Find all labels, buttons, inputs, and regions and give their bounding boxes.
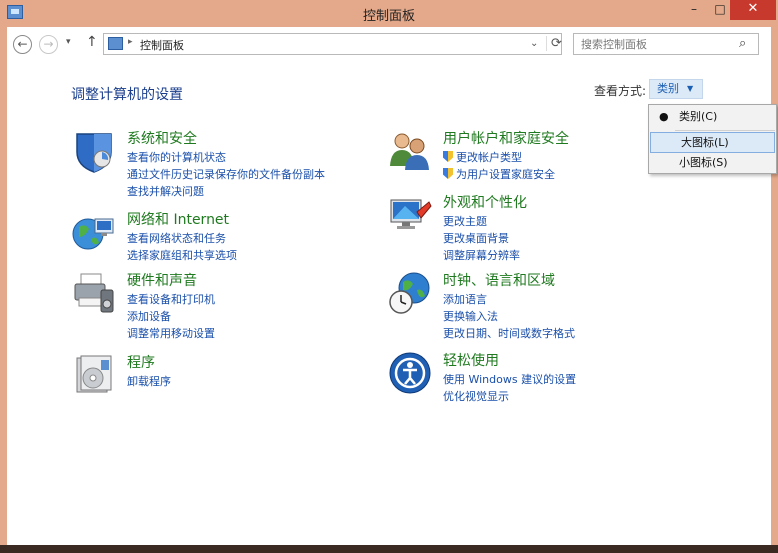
close-button[interactable]: ✕ [730, 0, 776, 20]
category-title[interactable]: 外观和个性化 [443, 192, 527, 212]
search-box[interactable]: ⌕ [573, 33, 759, 55]
menu-item-label: 类别(C) [679, 110, 718, 123]
link-mobility-settings[interactable]: 调整常用移动设置 [127, 325, 215, 341]
back-button[interactable]: ← [13, 35, 32, 54]
shield-icon[interactable] [71, 128, 117, 174]
address-dropdown-icon[interactable]: ⌄ [530, 38, 538, 49]
link-file-history[interactable]: 通过文件历史记录保存你的文件备份副本 [127, 166, 325, 182]
link-view-computer-status[interactable]: 查看你的计算机状态 [127, 149, 226, 165]
uac-shield-icon [443, 151, 453, 162]
content-area: ← → ▾ ↑ ▸ 控制面板 ⌄ ⟳ ⌕ 调整计算机的设置 查看方式: 类别 ▼ [7, 27, 777, 545]
view-by-menu: ● 类别(C) 大图标(L) 小图标(S) [648, 104, 777, 174]
link-network-status[interactable]: 查看网络状态和任务 [127, 230, 226, 246]
search-input[interactable] [574, 34, 734, 54]
link-screen-resolution[interactable]: 调整屏幕分辨率 [443, 247, 520, 263]
link-change-theme[interactable]: 更改主题 [443, 213, 487, 229]
forward-button[interactable]: → [39, 35, 58, 54]
menu-item-small-icons[interactable]: 小图标(S) [649, 153, 776, 174]
link-add-language[interactable]: 添加语言 [443, 291, 487, 307]
link-date-time-format[interactable]: 更改日期、时间或数字格式 [443, 325, 575, 341]
control-panel-window: 控制面板 – □ ✕ ← → ▾ ↑ ▸ 控制面板 ⌄ ⟳ ⌕ 调整计算机的设置… [0, 0, 778, 545]
link-troubleshoot[interactable]: 查找并解决问题 [127, 183, 204, 199]
menu-separator [675, 130, 775, 131]
category-user-accounts: 用户帐户和家庭安全 更改帐户类型 为用户设置家庭安全 [387, 128, 687, 183]
category-title[interactable]: 程序 [127, 352, 155, 372]
link-change-background[interactable]: 更改桌面背景 [443, 230, 509, 246]
category-hardware-sound: 硬件和声音 查看设备和打印机 添加设备 调整常用移动设置 [71, 270, 371, 340]
globe-network-icon[interactable] [71, 209, 117, 255]
page-title: 调整计算机的设置 [71, 87, 183, 103]
link-change-input-method[interactable]: 更换输入法 [443, 308, 498, 324]
selected-bullet-icon: ● [659, 110, 669, 123]
chevron-down-icon: ▼ [687, 84, 694, 93]
category-clock-language: 时钟、语言和区域 添加语言 更换输入法 更改日期、时间或数字格式 [387, 270, 687, 340]
programs-icon[interactable] [71, 352, 117, 398]
link-homegroup[interactable]: 选择家庭组和共享选项 [127, 247, 237, 263]
clock-globe-icon[interactable] [387, 270, 433, 316]
category-title[interactable]: 时钟、语言和区域 [443, 270, 555, 290]
link-change-account-type[interactable]: 更改帐户类型 [443, 149, 522, 165]
monitor-icon[interactable] [387, 192, 433, 238]
title-bar[interactable]: 控制面板 – □ ✕ [0, 0, 778, 27]
navigation-bar: ← → ▾ ↑ ▸ 控制面板 ⌄ ⟳ ⌕ [7, 27, 771, 61]
category-system-security: 系统和安全 查看你的计算机状态 通过文件历史记录保存你的文件备份副本 查找并解决… [71, 128, 371, 198]
search-icon[interactable]: ⌕ [739, 36, 746, 51]
category-title[interactable]: 网络和 Internet [127, 209, 229, 229]
control-panel-icon [108, 37, 123, 50]
category-network: 网络和 Internet 查看网络状态和任务 选择家庭组和共享选项 [71, 209, 371, 264]
printer-icon[interactable] [71, 270, 117, 316]
menu-item-label: 大图标(L) [681, 136, 729, 149]
users-icon[interactable] [387, 128, 433, 174]
up-button[interactable]: ↑ [86, 34, 98, 50]
category-title[interactable]: 硬件和声音 [127, 270, 197, 290]
link-optimize-visual-display[interactable]: 优化视觉显示 [443, 388, 509, 404]
category-title[interactable]: 轻松使用 [443, 350, 499, 370]
ease-of-access-icon[interactable] [387, 350, 433, 396]
link-devices-printers[interactable]: 查看设备和打印机 [127, 291, 215, 307]
menu-item-category[interactable]: ● 类别(C) [649, 107, 776, 128]
window-title: 控制面板 [362, 9, 415, 24]
link-label: 更改帐户类型 [456, 151, 522, 164]
category-programs: 程序 卸载程序 [71, 352, 371, 398]
breadcrumb-separator-icon[interactable]: ▸ [128, 37, 133, 47]
uac-shield-icon [443, 168, 453, 179]
menu-item-label: 小图标(S) [679, 156, 728, 169]
category-appearance: 外观和个性化 更改主题 更改桌面背景 调整屏幕分辨率 [387, 192, 687, 262]
link-add-device[interactable]: 添加设备 [127, 308, 171, 324]
category-ease-of-access: 轻松使用 使用 Windows 建议的设置 优化视觉显示 [387, 350, 687, 405]
link-label: 为用户设置家庭安全 [456, 168, 555, 181]
breadcrumb-control-panel[interactable]: 控制面板 [140, 37, 184, 53]
address-bar[interactable]: ▸ 控制面板 ⌄ ⟳ [103, 33, 562, 55]
view-by-label: 查看方式: [594, 84, 647, 98]
view-by-value: 类别 [657, 82, 679, 95]
recent-locations-button[interactable]: ▾ [66, 37, 71, 47]
link-uninstall-program[interactable]: 卸载程序 [127, 373, 171, 389]
category-title[interactable]: 系统和安全 [127, 128, 197, 148]
category-title[interactable]: 用户帐户和家庭安全 [443, 128, 569, 148]
refresh-icon[interactable]: ⟳ [546, 36, 562, 51]
link-family-safety[interactable]: 为用户设置家庭安全 [443, 166, 555, 182]
link-windows-suggested-settings[interactable]: 使用 Windows 建议的设置 [443, 371, 576, 387]
view-by-dropdown[interactable]: 类别 ▼ [649, 79, 703, 99]
minimize-button[interactable]: – [680, 0, 708, 20]
menu-item-large-icons[interactable]: 大图标(L) [650, 132, 775, 153]
